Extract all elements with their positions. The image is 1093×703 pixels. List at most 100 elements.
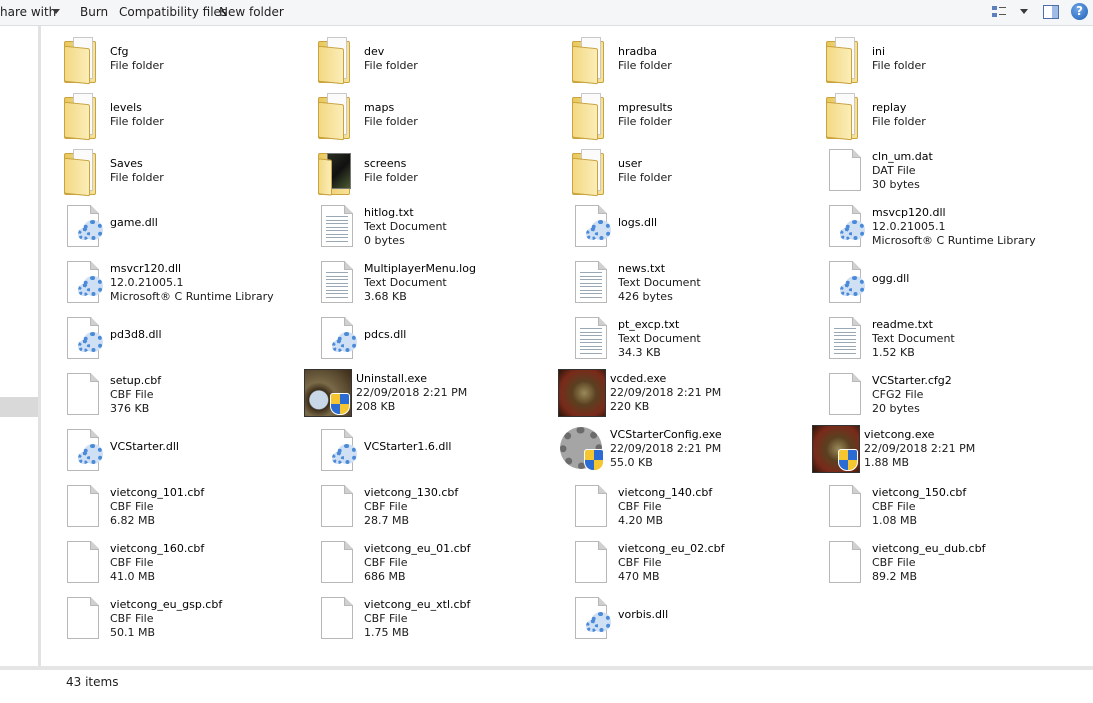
file-item[interactable]: VCStarter.cfg2 CFG2 File 20 bytes [824,371,1074,423]
file-item[interactable]: dev File folder [316,35,566,87]
file-item[interactable]: screens File folder [316,147,566,199]
file-detail: 41.0 MB [110,570,156,583]
file-item[interactable]: VCStarter1.6.dll [316,427,566,479]
file-item[interactable]: vietcong_150.cbf CBF File 1.08 MB [824,483,1074,535]
folder-icon [62,35,110,85]
file-name: vietcong_101.cbf [110,486,205,499]
file-name: logs.dll [618,216,658,229]
file-detail: 1.88 MB [864,456,910,469]
file-item[interactable]: msvcr120.dll 12.0.21005.1 Microsoft® C Run… [62,259,312,311]
file-item[interactable]: ogg.dll [824,259,1074,311]
dll-file-icon [824,259,872,307]
file-item[interactable]: vietcong.exe 22/09/2018 2:21 PM 1.88 MB [812,425,1062,477]
file-name: msvcr120.dll [110,262,182,275]
file-item[interactable]: readme.txt Text Document 1.52 KB [824,315,1074,367]
dll-file-icon [316,427,364,475]
file-name: msvcp120.dll [872,206,946,219]
file-item[interactable]: Uninstall.exe 22/09/2018 2:21 PM 208 KB [304,369,554,421]
file-detail: CBF File [110,500,154,513]
folder-icon [62,91,110,141]
file-item[interactable]: vcded.exe 22/09/2018 2:21 PM 220 KB [558,369,808,421]
file-name: vietcong_160.cbf [110,542,205,555]
file-name: Cfg [110,45,129,58]
file-name: vorbis.dll [618,608,669,621]
file-item[interactable]: game.dll [62,203,312,255]
file-name: dev [364,45,385,58]
file-name: vietcong_eu_gsp.cbf [110,598,223,611]
file-item[interactable]: pt_excp.txt Text Document 34.3 KB [570,315,820,367]
file-item[interactable]: vietcong_eu_xtl.cbf CBF File 1.75 MB [316,595,566,647]
file-detail: 1.08 MB [872,514,918,527]
file-item[interactable]: cln_um.dat DAT File 30 bytes [824,147,1074,199]
file-detail: 1.75 MB [364,626,410,639]
text-file-icon [316,203,364,251]
file-name: cln_um.dat [872,150,933,163]
file-detail: File folder [364,115,418,128]
dll-file-icon [62,427,110,475]
file-name: hitlog.txt [364,206,414,219]
file-detail: CBF File [110,612,154,625]
file-detail: CBF File [364,500,408,513]
file-icon [62,539,110,587]
file-icon [570,539,618,587]
file-detail: Text Document [364,276,447,289]
file-name: user [618,157,642,170]
file-detail: 34.3 KB [618,346,661,359]
file-name: vietcong.exe [864,428,935,441]
file-item[interactable]: Cfg File folder [62,35,312,87]
folder-icon [316,91,364,141]
file-detail: File folder [364,171,418,184]
file-item[interactable]: replay File folder [824,91,1074,143]
file-name: VCStarterConfig.exe [610,428,722,441]
file-detail: CBF File [110,388,154,401]
file-item[interactable]: msvcp120.dll 12.0.21005.1 Microsoft® C Run… [824,203,1074,255]
folder-icon [824,91,872,141]
file-item[interactable]: vietcong_eu_02.cbf CBF File 470 MB [570,539,820,591]
file-icon [316,483,364,531]
file-name: vietcong_eu_02.cbf [618,542,725,555]
file-item[interactable]: VCStarterConfig.exe 22/09/2018 2:21 PM 55.… [558,425,808,477]
file-item[interactable]: vietcong_eu_dub.cbf CBF File 89.2 MB [824,539,1074,591]
file-name: VCStarter.cfg2 [872,374,952,387]
folder-icon [570,147,618,197]
file-detail: File folder [364,59,418,72]
file-name: ini [872,45,886,58]
file-item[interactable]: mpresults File folder [570,91,820,143]
file-item[interactable]: news.txt Text Document 426 bytes [570,259,820,311]
file-item[interactable]: pdcs.dll [316,315,566,367]
file-detail: File folder [110,115,164,128]
file-item[interactable]: Saves File folder [62,147,312,199]
file-item[interactable]: logs.dll [570,203,820,255]
file-item[interactable]: pd3d8.dll [62,315,312,367]
file-detail: Text Document [618,332,701,345]
file-detail: File folder [110,59,164,72]
file-item[interactable]: vietcong_eu_gsp.cbf CBF File 50.1 MB [62,595,312,647]
file-item[interactable]: ini File folder [824,35,1074,87]
file-detail: 3.68 KB [364,290,407,303]
file-item[interactable]: hradba File folder [570,35,820,87]
file-item[interactable]: vietcong_160.cbf CBF File 41.0 MB [62,539,312,591]
file-detail: 20 bytes [872,402,920,415]
file-item[interactable]: hitlog.txt Text Document 0 bytes [316,203,566,255]
file-detail: 55.0 KB [610,456,653,469]
status-bar-divider [0,666,1093,670]
file-detail: CBF File [872,500,916,513]
file-name: vietcong_eu_dub.cbf [872,542,986,555]
file-item[interactable]: MultiplayerMenu.log Text Document 3.68 KB [316,259,566,311]
file-item[interactable]: vietcong_101.cbf CBF File 6.82 MB [62,483,312,535]
file-item[interactable]: VCStarter.dll [62,427,312,479]
file-item[interactable]: setup.cbf CBF File 376 KB [62,371,312,423]
file-item[interactable]: vietcong_eu_01.cbf CBF File 686 MB [316,539,566,591]
file-name: ogg.dll [872,272,910,285]
file-detail: 89.2 MB [872,570,918,583]
folder-icon [570,35,618,85]
file-item[interactable]: levels File folder [62,91,312,143]
file-item[interactable]: vorbis.dll [570,595,820,647]
file-item[interactable]: user File folder [570,147,820,199]
file-detail: Microsoft® C Runtime Library [872,234,1036,247]
file-item[interactable]: maps File folder [316,91,566,143]
uninstall-exe-icon [304,369,352,417]
file-detail: CBF File [872,556,916,569]
file-item[interactable]: vietcong_140.cbf CBF File 4.20 MB [570,483,820,535]
file-item[interactable]: vietcong_130.cbf CBF File 28.7 MB [316,483,566,535]
